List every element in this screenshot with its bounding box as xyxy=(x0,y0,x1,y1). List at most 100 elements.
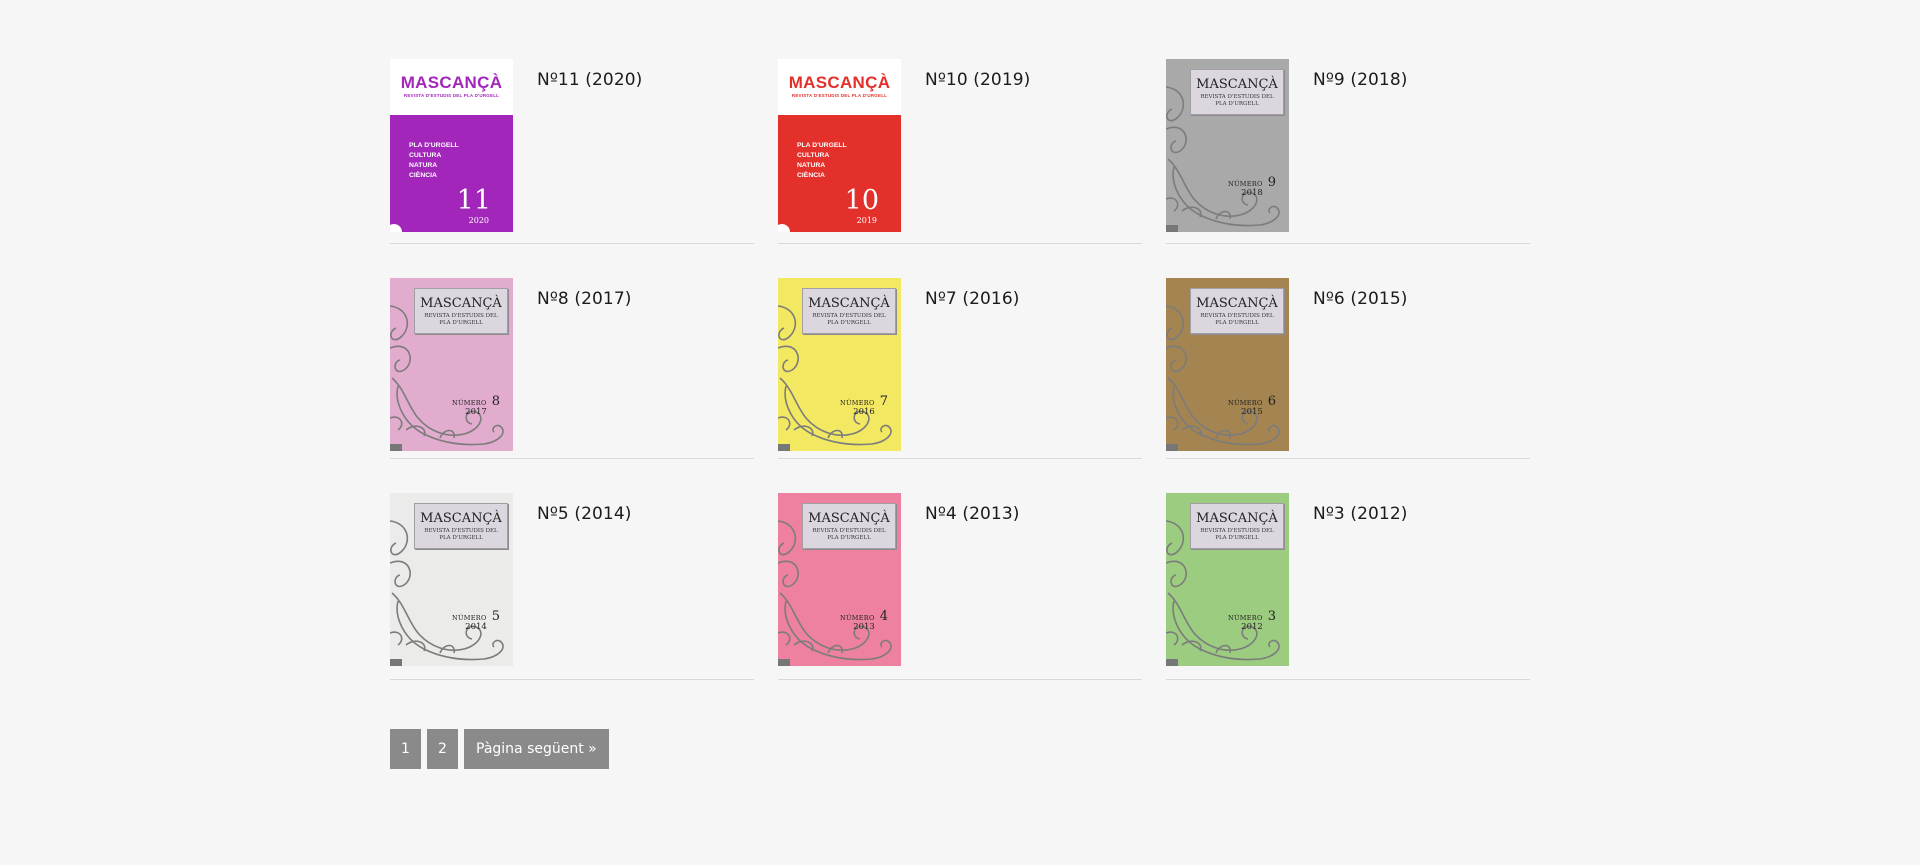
issue-cover-image[interactable]: MASCANÇÀ REVISTA D'ESTUDIS DEL PLA D'URGEL… xyxy=(778,278,901,451)
issue-title-link[interactable]: Nº8 (2017) xyxy=(537,289,631,309)
issue-cover-image[interactable]: MASCANÇÀ REVISTA D'ESTUDIS DEL PLA D'URGE… xyxy=(390,59,513,232)
cover-issue-word: NÚMERO xyxy=(840,614,875,622)
issue-card: MASCANÇÀ REVISTA D'ESTUDIS DEL PLA D'URGEL… xyxy=(1166,278,1530,459)
cover-corner-mark xyxy=(1166,444,1178,451)
issue-card: MASCANÇÀ REVISTA D'ESTUDIS DEL PLA D'URGEL… xyxy=(778,493,1142,680)
cover-subtitle-line: PLA D'URGELL xyxy=(827,535,871,541)
cover-subtitle-line: PLA D'URGELL xyxy=(439,535,483,541)
issue-cover-image[interactable]: MASCANÇÀ REVISTA D'ESTUDIS DEL PLA D'URGE… xyxy=(778,59,901,232)
cover-issue-block: NÚMERO 5 2014 xyxy=(446,605,506,632)
cover-logo-subtitle: REVISTA D'ESTUDIS DEL PLA D'URGELL xyxy=(415,528,507,542)
cover-topic: CULTURA xyxy=(409,152,442,159)
cover-issue-word: NÚMERO xyxy=(1228,180,1263,188)
cover-logo: MASCANÇÀ xyxy=(1196,77,1278,92)
issue-cover-image[interactable]: MASCANÇÀ REVISTA D'ESTUDIS DEL PLA D'URGEL… xyxy=(778,493,901,666)
cover-title-label: MASCANÇÀ REVISTA D'ESTUDIS DEL PLA D'URGEL… xyxy=(1190,503,1284,549)
cover-subtitle-line: PLA D'URGELL xyxy=(1215,101,1259,107)
cover-logo-subtitle: REVISTA D'ESTUDIS DEL PLA D'URGELL xyxy=(1191,528,1283,542)
issue-cover-image[interactable]: MASCANÇÀ REVISTA D'ESTUDIS DEL PLA D'URGEL… xyxy=(1166,493,1289,666)
cover-topic: CIÈNCIA xyxy=(797,172,825,179)
cover-logo-subtitle: REVISTA D'ESTUDIS DEL PLA D'URGELL xyxy=(803,313,895,327)
cover-issue-number: 8 xyxy=(491,394,500,409)
pagination: 1 2 Pàgina següent » xyxy=(390,729,609,769)
cover-topic: NATURA xyxy=(797,162,826,169)
issue-card: MASCANÇÀ REVISTA D'ESTUDIS DEL PLA D'URGEL… xyxy=(778,278,1142,459)
cover-topic: NATURA xyxy=(409,162,438,169)
cover-issue-year: 2019 xyxy=(856,216,877,225)
cover-issue-number: 4 xyxy=(879,609,888,624)
issue-cover-image[interactable]: MASCANÇÀ REVISTA D'ESTUDIS DEL PLA D'URGEL… xyxy=(1166,59,1289,232)
cover-logo: MASCANÇÀ xyxy=(788,73,891,92)
issue-title-link[interactable]: Nº9 (2018) xyxy=(1313,70,1407,90)
cover-issue-block: NÚMERO 6 2015 xyxy=(1222,390,1282,417)
cover-issue-number: 10 xyxy=(844,185,879,216)
issue-card: MASCANÇÀ REVISTA D'ESTUDIS DEL PLA D'URGEL… xyxy=(390,493,754,680)
cover-logo: MASCANÇÀ xyxy=(1196,511,1278,526)
issues-list: MASCANÇÀ REVISTA D'ESTUDIS DEL PLA D'URGE… xyxy=(390,59,1530,714)
cover-subtitle-line: PLA D'URGELL xyxy=(1215,320,1259,326)
cover-logo: MASCANÇÀ xyxy=(400,73,503,92)
cover-title-label: MASCANÇÀ REVISTA D'ESTUDIS DEL PLA D'URGEL… xyxy=(414,288,508,334)
issue-cover-image[interactable]: MASCANÇÀ REVISTA D'ESTUDIS DEL PLA D'URGEL… xyxy=(1166,278,1289,451)
cover-logo-subtitle: REVISTA D'ESTUDIS DEL PLA D'URGELL xyxy=(1191,94,1283,108)
page-2-link[interactable]: 2 xyxy=(427,729,458,769)
issue-title-link[interactable]: Nº5 (2014) xyxy=(537,504,631,524)
issue-title-link[interactable]: Nº3 (2012) xyxy=(1313,504,1407,524)
next-page-link[interactable]: Pàgina següent » xyxy=(464,729,609,769)
issue-title-link[interactable]: Nº10 (2019) xyxy=(925,70,1030,90)
issue-card: MASCANÇÀ REVISTA D'ESTUDIS DEL PLA D'URGE… xyxy=(390,59,754,244)
cover-issue-word: NÚMERO xyxy=(1228,614,1263,622)
cover-topic: CIÈNCIA xyxy=(409,172,437,179)
issue-cover-image[interactable]: MASCANÇÀ REVISTA D'ESTUDIS DEL PLA D'URGEL… xyxy=(390,493,513,666)
cover-title-label: MASCANÇÀ REVISTA D'ESTUDIS DEL PLA D'URGEL… xyxy=(802,288,896,334)
cover-subtitle-line: PLA D'URGELL xyxy=(439,320,483,326)
cover-issue-number: 9 xyxy=(1267,175,1276,190)
cover-title-label: MASCANÇÀ REVISTA D'ESTUDIS DEL PLA D'URGEL… xyxy=(1190,288,1284,334)
cover-subtitle-line: PLA D'URGELL xyxy=(1215,535,1259,541)
issue-title-link[interactable]: Nº6 (2015) xyxy=(1313,289,1407,309)
issue-cover-image[interactable]: MASCANÇÀ REVISTA D'ESTUDIS DEL PLA D'URGEL… xyxy=(390,278,513,451)
cover-issue-block: NÚMERO 9 2018 xyxy=(1222,171,1282,198)
cover-corner-mark xyxy=(390,659,402,666)
cover-logo-subtitle: REVISTA D'ESTUDIS DEL PLA D'URGELL xyxy=(791,93,888,98)
cover-corner-mark xyxy=(390,444,402,451)
issue-title-link[interactable]: Nº4 (2013) xyxy=(925,504,1019,524)
cover-topics: PLA D'URGELL CULTURA NATURA CIÈNCIA xyxy=(797,141,847,181)
cover-issue-number: 7 xyxy=(879,394,888,409)
cover-corner-mark xyxy=(778,444,790,451)
cover-title-label: MASCANÇÀ REVISTA D'ESTUDIS DEL PLA D'URGEL… xyxy=(1190,69,1284,115)
cover-issue-word: NÚMERO xyxy=(452,399,487,407)
cover-subtitle-line: REVISTA D'ESTUDIS DEL xyxy=(812,313,886,319)
cover-issue-block: NÚMERO 3 2012 xyxy=(1222,605,1282,632)
cover-topic: PLA D'URGELL xyxy=(409,142,459,149)
issue-card: MASCANÇÀ REVISTA D'ESTUDIS DEL PLA D'URGEL… xyxy=(390,278,754,459)
cover-issue-year: 2020 xyxy=(468,216,489,225)
cover-topic: PLA D'URGELL xyxy=(797,142,847,149)
cover-issue-number: 6 xyxy=(1267,394,1276,409)
page-1-link[interactable]: 1 xyxy=(390,729,421,769)
cover-issue-number: 5 xyxy=(491,609,500,624)
cover-issue-block: NÚMERO 7 2016 xyxy=(834,390,894,417)
issue-card: MASCANÇÀ REVISTA D'ESTUDIS DEL PLA D'URGEL… xyxy=(1166,493,1530,680)
cover-logo: MASCANÇÀ xyxy=(808,296,890,311)
issue-title-link[interactable]: Nº11 (2020) xyxy=(537,70,642,90)
cover-issue-block: NÚMERO 8 2017 xyxy=(446,390,506,417)
cover-logo-subtitle: REVISTA D'ESTUDIS DEL PLA D'URGELL xyxy=(803,528,895,542)
cover-subtitle-line: REVISTA D'ESTUDIS DEL xyxy=(812,528,886,534)
cover-issue-word: NÚMERO xyxy=(840,399,875,407)
cover-issue-number: 3 xyxy=(1267,609,1276,624)
cover-subtitle-line: PLA D'URGELL xyxy=(827,320,871,326)
cover-issue-block: NÚMERO 4 2013 xyxy=(834,605,894,632)
cover-logo-subtitle: REVISTA D'ESTUDIS DEL PLA D'URGELL xyxy=(1191,313,1283,327)
cover-title-label: MASCANÇÀ REVISTA D'ESTUDIS DEL PLA D'URGEL… xyxy=(802,503,896,549)
cover-issue-word: NÚMERO xyxy=(452,614,487,622)
issue-title-link[interactable]: Nº7 (2016) xyxy=(925,289,1019,309)
cover-subtitle-line: REVISTA D'ESTUDIS DEL xyxy=(424,528,498,534)
cover-logo-subtitle: REVISTA D'ESTUDIS DEL PLA D'URGELL xyxy=(415,313,507,327)
cover-subtitle-line: REVISTA D'ESTUDIS DEL xyxy=(424,313,498,319)
cover-title-label: MASCANÇÀ REVISTA D'ESTUDIS DEL PLA D'URGEL… xyxy=(414,503,508,549)
cover-subtitle-line: REVISTA D'ESTUDIS DEL xyxy=(1200,94,1274,100)
cover-subtitle-line: REVISTA D'ESTUDIS DEL xyxy=(1200,528,1274,534)
cover-issue-number: 11 xyxy=(456,185,491,216)
cover-logo: MASCANÇÀ xyxy=(1196,296,1278,311)
